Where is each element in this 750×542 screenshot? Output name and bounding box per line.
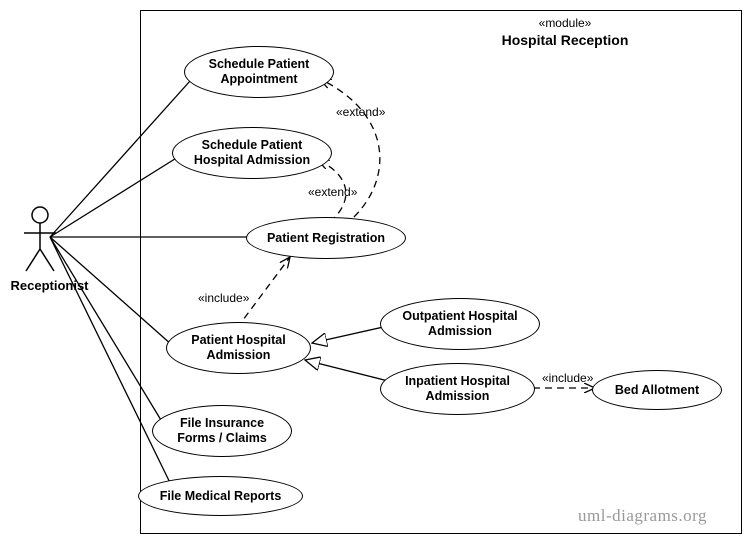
watermark: uml-diagrams.org	[578, 506, 707, 526]
usecase-patient-registration: Patient Registration	[246, 217, 406, 259]
usecase-file-insurance: File InsuranceForms / Claims	[152, 405, 292, 457]
usecase-file-medical: File Medical Reports	[138, 476, 303, 516]
usecase-schedule-appointment: Schedule PatientAppointment	[184, 46, 334, 98]
actor-receptionist	[20, 205, 60, 275]
usecase-label: Bed Allotment	[615, 383, 699, 398]
usecase-label: File Medical Reports	[160, 489, 282, 504]
usecase-label: Patient HospitalAdmission	[191, 333, 285, 363]
usecase-label: Schedule PatientAppointment	[209, 57, 310, 87]
actor-label: Receptionist	[2, 278, 97, 293]
module-title-block: «module» Hospital Reception	[440, 16, 690, 48]
rel-extend-1-label: «extend»	[336, 105, 385, 119]
usecase-outpatient-admission: Outpatient HospitalAdmission	[380, 298, 540, 350]
uml-use-case-diagram: «module» Hospital Reception Receptionist…	[0, 0, 750, 542]
usecase-patient-hospital-admission: Patient HospitalAdmission	[166, 322, 311, 374]
usecase-label: Schedule PatientHospital Admission	[194, 138, 310, 168]
rel-extend-2-label: «extend»	[308, 185, 357, 199]
usecase-label: Outpatient HospitalAdmission	[402, 309, 517, 339]
usecase-label: Inpatient HospitalAdmission	[405, 374, 510, 404]
module-name: Hospital Reception	[440, 32, 690, 48]
rel-include-1-label: «include»	[198, 291, 249, 305]
module-stereotype: «module»	[440, 16, 690, 30]
usecase-bed-allotment: Bed Allotment	[592, 370, 722, 410]
usecase-inpatient-admission: Inpatient HospitalAdmission	[380, 363, 535, 415]
usecase-label: File InsuranceForms / Claims	[177, 416, 267, 446]
usecase-schedule-admission: Schedule PatientHospital Admission	[172, 127, 332, 179]
usecase-label: Patient Registration	[267, 231, 385, 246]
rel-include-2-label: «include»	[542, 371, 593, 385]
